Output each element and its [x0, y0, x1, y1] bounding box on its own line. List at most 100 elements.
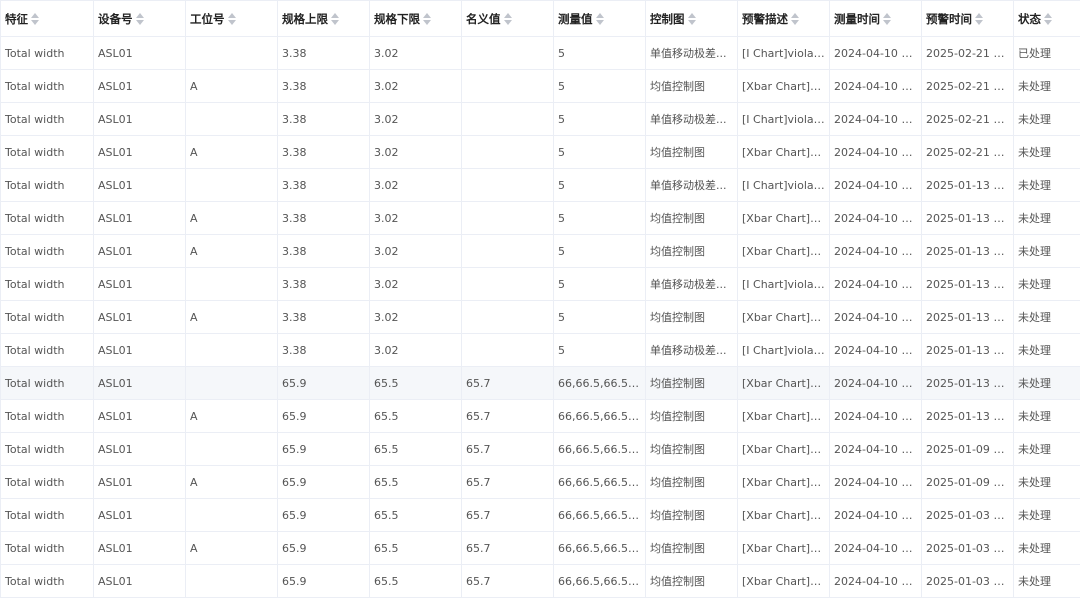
table-row[interactable]: Total width ASL01 65.9 65.5 65.7 66,66.5,66.5…	[0, 564, 1080, 598]
table-row[interactable]: Total width ASL01 A 3.38 3.02 5 均值控制图 [Xbar Cha…	[0, 300, 1080, 334]
cell-lower-limit: 3.02	[369, 234, 462, 268]
sort-caret-icon[interactable]	[331, 12, 339, 26]
cell-station-no	[185, 36, 278, 70]
header-station-no[interactable]: 工位号	[185, 0, 278, 37]
sort-caret-icon[interactable]	[227, 12, 236, 26]
cell-device-no: ASL01	[93, 102, 186, 136]
cell-measure-time: 2024-04-10 14:...	[829, 168, 922, 202]
cell-warning-time: 2025-01-13 22:...	[921, 333, 1014, 367]
cell-nominal	[461, 168, 554, 202]
cell-lower-limit: 3.02	[369, 69, 462, 103]
cell-control-chart: 均值控制图	[645, 366, 738, 400]
cell-measure-time: 2024-04-10 14:...	[829, 531, 922, 565]
cell-warning-time: 2025-01-13 22:...	[921, 234, 1014, 268]
cell-device-no: ASL01	[93, 399, 186, 433]
cell-upper-limit: 3.38	[277, 36, 370, 70]
cell-status: 未处理	[1013, 135, 1080, 169]
header-upper-limit[interactable]: 规格上限	[277, 0, 370, 37]
cell-lower-limit: 3.02	[369, 135, 462, 169]
sort-caret-icon[interactable]	[975, 12, 983, 26]
header-measure-time[interactable]: 测量时间	[829, 0, 922, 37]
header-control-chart[interactable]: 控制图	[645, 0, 738, 37]
header-warning-desc[interactable]: 预警描述	[737, 0, 830, 37]
cell-measure-time: 2024-04-10 14:...	[829, 69, 922, 103]
cell-warning-time: 2025-01-03 09:...	[921, 531, 1014, 565]
table-body: Total width ASL01 3.38 3.02 5 单值移动极差... [I Cha…	[0, 36, 1080, 598]
cell-control-chart: 单值移动极差...	[645, 102, 738, 136]
cell-lower-limit: 3.02	[369, 333, 462, 367]
cell-warning-desc: [I Chart]violatio...	[737, 168, 830, 202]
sort-caret-icon[interactable]	[423, 12, 431, 26]
cell-device-no: ASL01	[93, 234, 186, 268]
cell-nominal: 65.7	[461, 531, 554, 565]
header-feature[interactable]: 特征	[0, 0, 94, 37]
table-row[interactable]: Total width ASL01 65.9 65.5 65.7 66,66.5,66.5…	[0, 366, 1080, 400]
table-row[interactable]: Total width ASL01 3.38 3.02 5 单值移动极差... [I Cha…	[0, 333, 1080, 367]
sort-caret-icon[interactable]	[135, 12, 144, 26]
cell-measured: 66,66.5,66.5,66,...	[553, 465, 646, 499]
cell-status: 已处理	[1013, 36, 1080, 70]
cell-status: 未处理	[1013, 399, 1080, 433]
cell-warning-desc: [Xbar Chart]viol...	[737, 564, 830, 598]
cell-device-no: ASL01	[93, 36, 186, 70]
sort-caret-icon[interactable]	[687, 12, 696, 26]
table-row[interactable]: Total width ASL01 A 3.38 3.02 5 均值控制图 [Xbar Cha…	[0, 69, 1080, 103]
cell-device-no: ASL01	[93, 333, 186, 367]
table-header-row: 特征 设备号 工位号 规格上限 规格下限 名义值 测量值 控制图 预警描述 测量时间 预警时间 状态	[0, 0, 1080, 37]
cell-measure-time: 2024-04-10 14:...	[829, 267, 922, 301]
sort-caret-icon[interactable]	[503, 12, 512, 26]
table-row[interactable]: Total width ASL01 3.38 3.02 5 单值移动极差... [I Cha…	[0, 36, 1080, 70]
table-row[interactable]: Total width ASL01 A 3.38 3.02 5 均值控制图 [Xbar Cha…	[0, 234, 1080, 268]
header-label-wrap: 控制图	[650, 11, 696, 27]
header-warning-time[interactable]: 预警时间	[921, 0, 1014, 37]
table-row[interactable]: Total width ASL01 A 3.38 3.02 5 均值控制图 [Xbar Cha…	[0, 135, 1080, 169]
cell-status: 未处理	[1013, 69, 1080, 103]
table-row[interactable]: Total width ASL01 65.9 65.5 65.7 66,66.5,66.5…	[0, 432, 1080, 466]
cell-control-chart: 单值移动极差...	[645, 333, 738, 367]
cell-warning-time: 2025-02-21 10:...	[921, 102, 1014, 136]
cell-upper-limit: 3.38	[277, 300, 370, 334]
cell-measured: 5	[553, 267, 646, 301]
cell-nominal: 65.7	[461, 432, 554, 466]
header-measured[interactable]: 测量值	[553, 0, 646, 37]
table-row[interactable]: Total width ASL01 65.9 65.5 65.7 66,66.5,66.5…	[0, 498, 1080, 532]
cell-lower-limit: 65.5	[369, 564, 462, 598]
sort-caret-icon[interactable]	[1044, 12, 1052, 26]
cell-measure-time: 2024-04-10 14:...	[829, 465, 922, 499]
cell-measure-time: 2024-04-10 14:...	[829, 399, 922, 433]
sort-caret-icon[interactable]	[595, 12, 604, 26]
cell-status: 未处理	[1013, 168, 1080, 202]
cell-nominal: 65.7	[461, 498, 554, 532]
table-row[interactable]: Total width ASL01 A 65.9 65.5 65.7 66,66.5,66.…	[0, 465, 1080, 499]
cell-nominal	[461, 69, 554, 103]
header-label: 规格上限	[282, 11, 328, 26]
table-row[interactable]: Total width ASL01 3.38 3.02 5 单值移动极差... [I Cha…	[0, 267, 1080, 301]
cell-nominal: 65.7	[461, 399, 554, 433]
header-lower-limit[interactable]: 规格下限	[369, 0, 462, 37]
sort-caret-icon[interactable]	[883, 12, 891, 26]
table-row[interactable]: Total width ASL01 3.38 3.02 5 单值移动极差... [I Cha…	[0, 168, 1080, 202]
cell-station-no: A	[185, 69, 278, 103]
header-label: 预警时间	[926, 11, 972, 26]
cell-station-no: A	[185, 399, 278, 433]
cell-device-no: ASL01	[93, 432, 186, 466]
header-nominal[interactable]: 名义值	[461, 0, 554, 37]
cell-upper-limit: 65.9	[277, 366, 370, 400]
cell-lower-limit: 65.5	[369, 432, 462, 466]
cell-measured: 5	[553, 36, 646, 70]
cell-warning-time: 2025-02-21 17:...	[921, 36, 1014, 70]
table-row[interactable]: Total width ASL01 A 3.38 3.02 5 均值控制图 [Xbar Cha…	[0, 201, 1080, 235]
table-row[interactable]: Total width ASL01 A 65.9 65.5 65.7 66,66.5,66.…	[0, 531, 1080, 565]
sort-caret-icon[interactable]	[31, 12, 39, 26]
cell-measured: 66,66.5,66.5,66,...	[553, 531, 646, 565]
cell-lower-limit: 3.02	[369, 201, 462, 235]
header-device-no[interactable]: 设备号	[93, 0, 186, 37]
cell-warning-time: 2025-01-03 09:...	[921, 564, 1014, 598]
table-row[interactable]: Total width ASL01 3.38 3.02 5 单值移动极差... [I Cha…	[0, 102, 1080, 136]
cell-status: 未处理	[1013, 531, 1080, 565]
sort-caret-icon[interactable]	[791, 12, 799, 26]
table-row[interactable]: Total width ASL01 A 65.9 65.5 65.7 66,66.5,66.…	[0, 399, 1080, 433]
cell-nominal	[461, 234, 554, 268]
header-status[interactable]: 状态	[1013, 0, 1080, 37]
header-label: 设备号	[98, 11, 133, 26]
